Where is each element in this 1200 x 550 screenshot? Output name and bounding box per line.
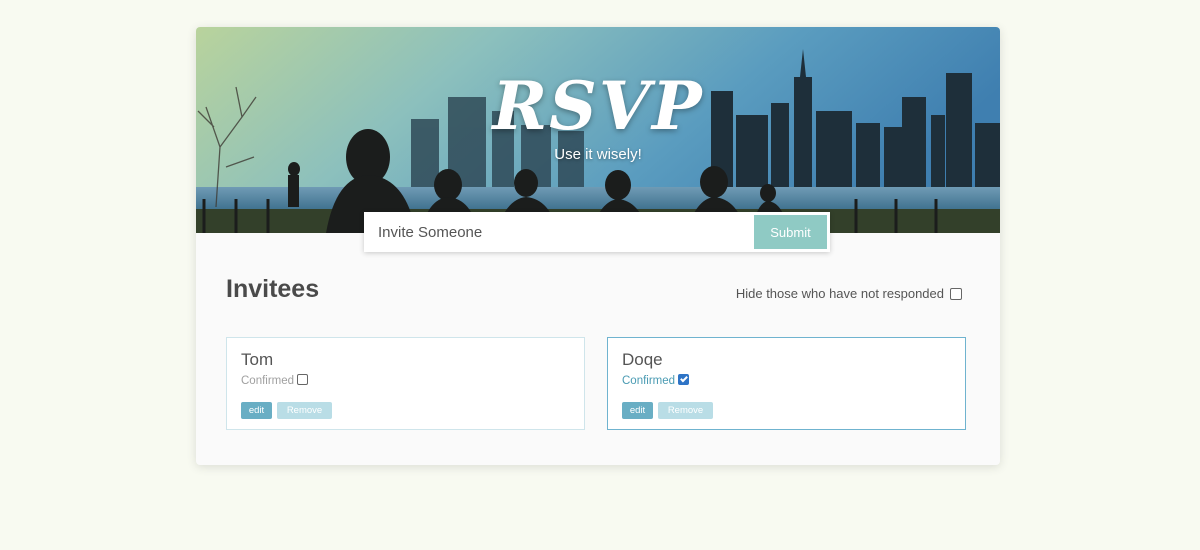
hide-unresponded-filter[interactable]: Hide those who have not responded [726,285,966,305]
app-subtitle: Use it wisely! [554,146,642,163]
guest-name: Doqe [622,350,663,369]
rsvp-app: RSVP Use it wisely! Submit Invitees Hide… [196,27,1000,465]
remove-button[interactable]: Remove [277,402,332,419]
header-banner: RSVP Use it wisely! [196,27,1000,233]
guest-card: Tom Confirmed edit Remove [226,337,585,430]
edit-button[interactable]: edit [241,402,272,419]
invite-input[interactable] [364,212,744,252]
app-title: RSVP [492,67,704,145]
submit-button[interactable]: Submit [754,215,827,249]
invitees-heading: Invitees [226,275,320,303]
confirmed-toggle[interactable]: Confirmed [241,374,309,387]
guest-name: Tom [241,350,274,369]
edit-button[interactable]: edit [622,402,653,419]
invite-form: Submit [364,212,830,252]
hide-unresponded-checkbox[interactable] [950,288,962,300]
confirmed-checkbox[interactable] [297,374,309,385]
confirmed-label: Confirmed [622,375,676,387]
confirmed-checkbox[interactable] [678,374,690,385]
remove-button[interactable]: Remove [658,402,713,419]
confirmed-toggle[interactable]: Confirmed [622,374,690,387]
guest-card: Doqe Confirmed edit Remove [607,337,966,430]
hide-unresponded-label: Hide those who have not responded [735,286,944,301]
confirmed-label: Confirmed [241,375,295,387]
